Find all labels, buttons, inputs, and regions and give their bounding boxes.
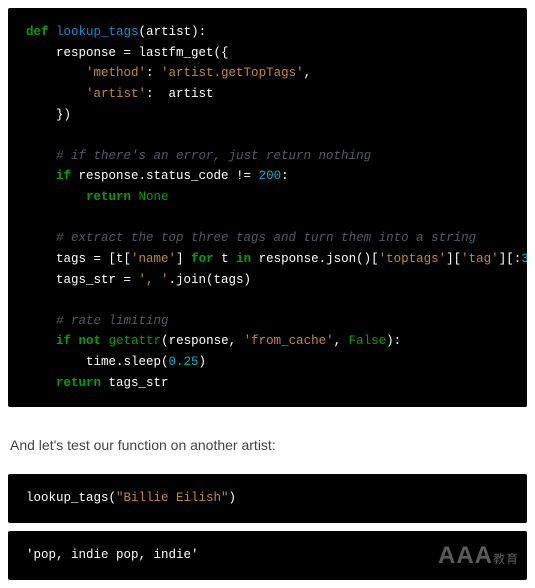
expr: t	[214, 252, 237, 266]
none: None	[139, 190, 169, 204]
paren: (	[139, 25, 147, 39]
keyword-in: in	[236, 252, 251, 266]
keyword-return: return	[86, 190, 131, 204]
expr: response.json()[	[251, 252, 379, 266]
expr: ][:	[499, 252, 522, 266]
builtin-getattr: getattr	[109, 334, 162, 348]
colon: :	[281, 169, 289, 183]
code-block-call: lookup_tags("Billie Eilish")	[8, 474, 527, 523]
comma: ,	[334, 334, 349, 348]
string-arg: "Billie Eilish"	[116, 491, 229, 505]
number: 0.25	[169, 355, 199, 369]
expr: ]	[176, 252, 191, 266]
colon: :	[146, 66, 161, 80]
keyword-for: for	[191, 252, 214, 266]
output-text: 'pop, indie pop, indie'	[26, 548, 199, 562]
expr: time.sleep(	[86, 355, 169, 369]
comment: # extract the top three tags and turn th…	[56, 231, 476, 245]
number: 3	[521, 252, 527, 266]
string: ', '	[139, 273, 169, 287]
paren: ):	[191, 25, 206, 39]
comment: # rate limiting	[56, 314, 169, 328]
code-line: response = lastfm_get({	[56, 46, 229, 60]
colon: :	[146, 87, 169, 101]
expr: response.status_code !=	[71, 169, 259, 183]
comma: ,	[304, 66, 312, 80]
code-block-function: def lookup_tags(artist): response = last…	[8, 8, 527, 407]
close: )	[229, 491, 237, 505]
close: ):	[386, 334, 401, 348]
expr: tags = [t[	[56, 252, 131, 266]
false-literal: False	[349, 334, 387, 348]
keyword-if: if	[56, 169, 71, 183]
string: 'method'	[86, 66, 146, 80]
keyword-if: if	[56, 334, 71, 348]
expr: (response,	[161, 334, 244, 348]
prose-text: And let's test our function on another a…	[10, 435, 525, 456]
expr: )	[199, 355, 207, 369]
code-block-output: 'pop, indie pop, indie'	[8, 531, 527, 580]
comment: # if there's an error, just return nothi…	[56, 149, 371, 163]
number: 200	[259, 169, 282, 183]
function-name: lookup_tags	[56, 25, 139, 39]
keyword-return: return	[56, 376, 101, 390]
string: 'name'	[131, 252, 176, 266]
keyword-def: def	[26, 25, 49, 39]
expr: tags_str	[101, 376, 169, 390]
string: 'artist.getTopTags'	[161, 66, 304, 80]
string: 'from_cache'	[244, 334, 334, 348]
keyword-not: not	[79, 334, 102, 348]
arg: artist	[146, 25, 191, 39]
close-brace: })	[56, 108, 71, 122]
var: artist	[169, 87, 214, 101]
call: lookup_tags(	[26, 491, 116, 505]
string: 'toptags'	[379, 252, 447, 266]
expr: ][	[446, 252, 461, 266]
expr: tags_str =	[56, 273, 139, 287]
expr: .join(tags)	[169, 273, 252, 287]
string: 'tag'	[461, 252, 499, 266]
string: 'artist'	[86, 87, 146, 101]
